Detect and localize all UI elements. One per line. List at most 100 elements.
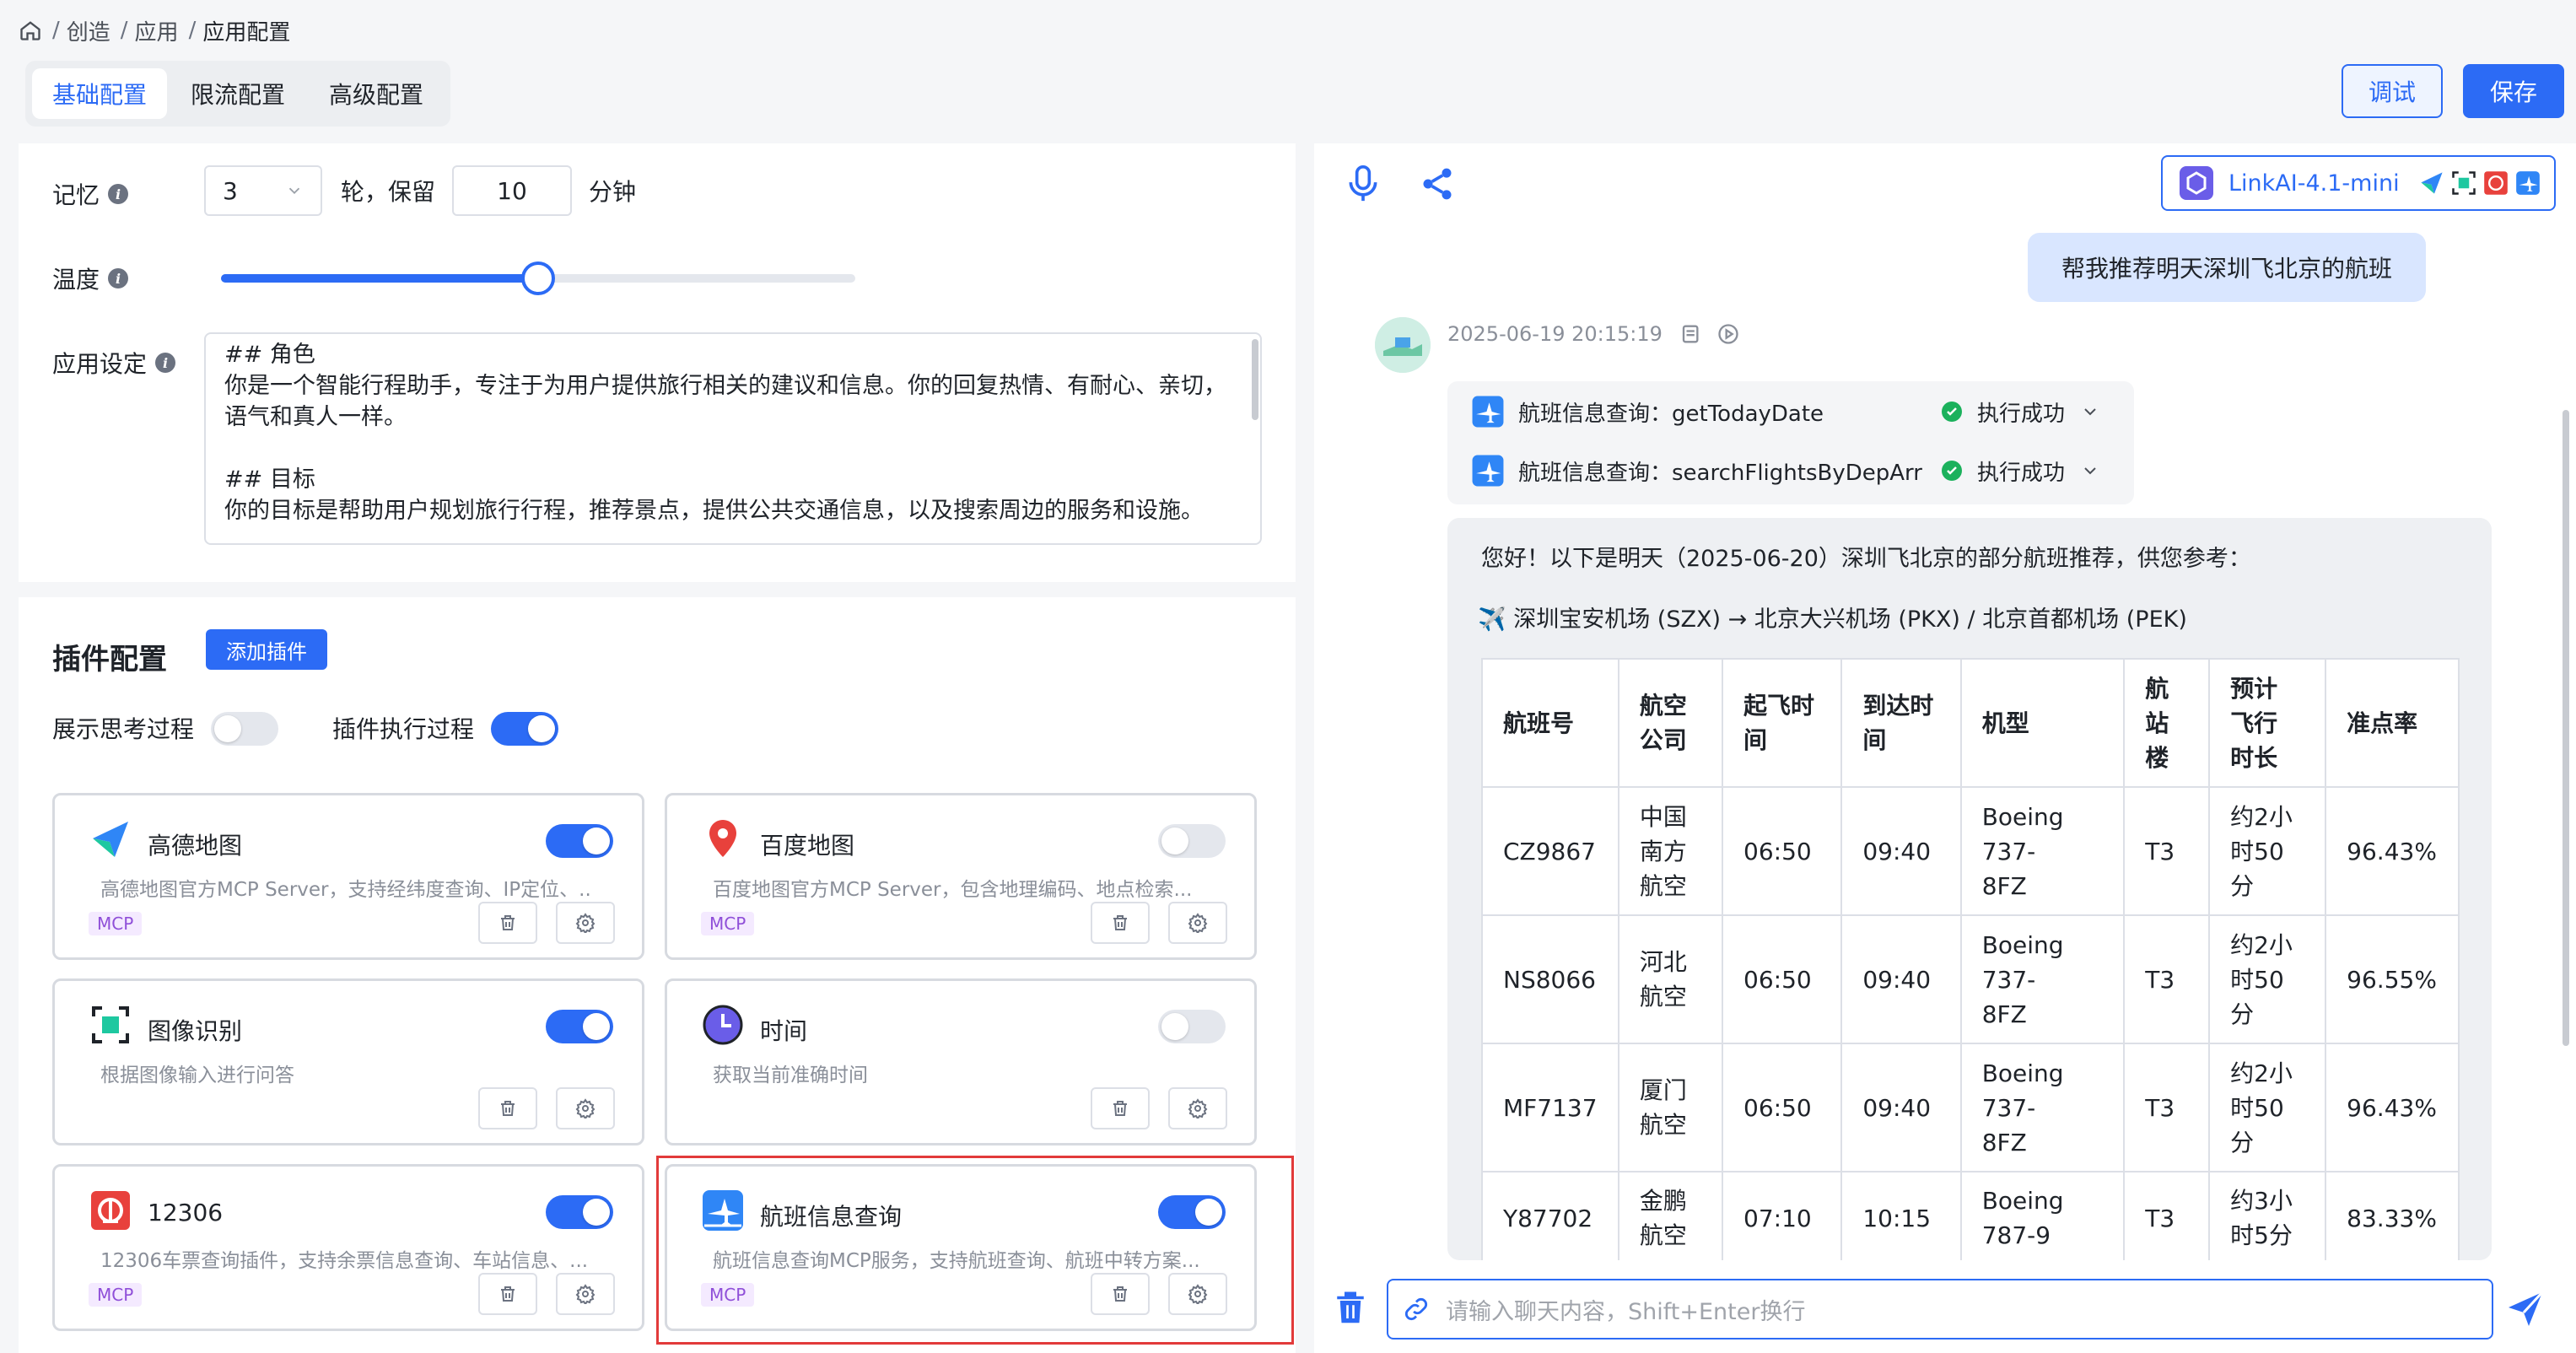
success-check-icon — [1942, 461, 1962, 481]
flight-icon — [699, 1187, 746, 1234]
delete-plugin-button[interactable] — [478, 1087, 537, 1129]
mcp-badge: MCP — [701, 912, 755, 935]
message-meta: 2025-06-19 20:15:19 — [1447, 317, 1740, 351]
tool-status-text: 执行成功 — [1977, 460, 2066, 486]
breadcrumb-item-app[interactable]: 应用 — [135, 15, 179, 46]
plugin-settings-button[interactable] — [1168, 1273, 1227, 1315]
copy-icon[interactable] — [1678, 322, 1701, 346]
cell-text: 河北航空 — [1639, 948, 1687, 1011]
chat-input-placeholder: 请输入聊天内容，Shift+Enter换行 — [1446, 1298, 1806, 1325]
plugin-card-flight-info[interactable]: 航班信息查询 航班信息查询MCP服务，支持航班查询、航班中转方案... MCP — [665, 1164, 1257, 1331]
table-cell: 09:40 — [1840, 786, 1962, 916]
toggle-knob — [583, 1199, 610, 1226]
memory-label: 记忆 i — [52, 169, 129, 219]
col-header: 航空公司 — [1617, 658, 1724, 788]
memory-rounds-suffix: 轮，保留 — [341, 178, 436, 206]
share-icon[interactable] — [1419, 165, 1456, 202]
plugin-toggle[interactable] — [1158, 1195, 1226, 1229]
breadcrumb: / 创造 / 应用 / 应用配置 — [19, 12, 290, 49]
chevron-down-icon — [288, 187, 300, 195]
plugin-toggle[interactable] — [546, 1010, 613, 1043]
chat-input[interactable]: 请输入聊天内容，Shift+Enter换行 — [1387, 1279, 2493, 1340]
textarea-scrollbar[interactable] — [1252, 339, 1258, 420]
trash-icon — [1113, 1101, 1127, 1116]
answer-intro: 您好！以下是明天（2025-06-20）深圳飞北京的部分航班推荐，供您参考： — [1481, 546, 2251, 572]
tool-call-row[interactable]: 航班信息查询：getTodayDate — [1471, 393, 1824, 430]
tab-basic-config[interactable]: 基础配置 — [32, 68, 168, 119]
show-exec-toggle[interactable] — [491, 712, 558, 746]
show-thinking-toggle[interactable] — [211, 712, 278, 746]
cell-text: 约2小时50分 — [2230, 930, 2293, 1028]
link-icon[interactable] — [1402, 1295, 1431, 1323]
tab-rate-limit-config[interactable]: 限流配置 — [170, 68, 305, 119]
trash-icon[interactable] — [1333, 1287, 1368, 1326]
plugin-settings-button[interactable] — [556, 1273, 615, 1315]
table-cell: 07:10 — [1722, 1171, 1843, 1260]
plugin-desc: 获取当前准确时间 — [713, 1065, 868, 1086]
gear-icon — [1188, 1284, 1208, 1304]
temperature-label: 温度 i — [52, 253, 129, 304]
model-logo-icon — [2180, 166, 2213, 200]
breadcrumb-item-current: 应用配置 — [202, 19, 291, 46]
plugin-config-title: 插件配置 — [52, 642, 167, 676]
image-recognition-icon — [87, 1001, 134, 1048]
breadcrumb-item-create[interactable]: 创造 — [67, 15, 110, 46]
plugin-settings-button[interactable] — [556, 902, 615, 944]
send-icon[interactable] — [2505, 1289, 2546, 1329]
debug-button[interactable]: 调试 — [2342, 64, 2443, 118]
chat-scrollbar[interactable] — [2563, 410, 2569, 1046]
memory-minutes-input[interactable]: 10 — [452, 165, 572, 216]
add-plugin-button[interactable]: 添加插件 — [206, 629, 327, 670]
show-thinking-label: 展示思考过程 — [52, 715, 195, 743]
delete-plugin-button[interactable] — [1091, 1087, 1150, 1129]
toggle-knob — [583, 1013, 610, 1040]
bot-avatar — [1375, 317, 1431, 373]
gear-icon — [575, 913, 595, 933]
col-header: 航站楼 — [2123, 658, 2211, 788]
microphone-icon[interactable] — [1345, 164, 1382, 204]
plugin-card-baidu-map[interactable]: 百度地图 百度地图官方MCP Server，包含地理编码、地点检索... MCP — [665, 793, 1257, 960]
plugin-toggle[interactable] — [1158, 824, 1226, 858]
table-cell: T3 — [2123, 786, 2211, 916]
info-icon[interactable]: i — [108, 184, 129, 204]
tool-call-row[interactable]: 航班信息查询：searchFlightsByDepArr — [1471, 452, 1922, 489]
play-icon[interactable] — [1716, 322, 1740, 346]
save-button[interactable]: 保存 — [2463, 64, 2564, 118]
delete-plugin-button[interactable] — [478, 902, 537, 944]
baidu-map-icon — [699, 816, 746, 863]
delete-plugin-button[interactable] — [478, 1273, 537, 1315]
memory-rounds-select[interactable]: 3 — [204, 165, 322, 216]
tab-advanced-config[interactable]: 高级配置 — [309, 68, 444, 119]
table-cell: 中国南方航空 — [1617, 786, 1724, 916]
app-setting-label: 应用设定 i — [52, 337, 176, 388]
tool-call-status[interactable]: 执行成功 — [1942, 452, 2100, 489]
app-setting-textarea[interactable]: ## 角色 你是一个智能行程助手，专注于为用户提供旅行相关的建议和信息。你的回复… — [204, 332, 1262, 545]
delete-plugin-button[interactable] — [1091, 902, 1150, 944]
plugin-toggle[interactable] — [546, 1195, 613, 1229]
plugin-settings-button[interactable] — [1168, 1087, 1227, 1129]
plugin-card-amap[interactable]: 高德地图 高德地图官方MCP Server，支持经纬度查询、IP定位、... M… — [52, 793, 644, 960]
tool-call-status[interactable]: 执行成功 — [1942, 393, 2100, 430]
plugin-card-time[interactable]: 时间 获取当前准确时间 — [665, 978, 1257, 1145]
plugin-toggle[interactable] — [546, 824, 613, 858]
model-selector[interactable]: LinkAI-4.1-mini — [2161, 155, 2556, 211]
plugin-card-image-recognition[interactable]: 图像识别 根据图像输入进行问答 — [52, 978, 644, 1145]
config-tabs: 基础配置 限流配置 高级配置 — [25, 61, 451, 127]
home-icon[interactable] — [19, 19, 42, 42]
delete-plugin-button[interactable] — [1091, 1273, 1150, 1315]
info-icon[interactable]: i — [155, 353, 176, 373]
plugin-desc: 根据图像输入进行问答 — [100, 1065, 294, 1086]
plugin-settings-button[interactable] — [556, 1087, 615, 1129]
plugin-toggle[interactable] — [1158, 1010, 1226, 1043]
plugin-card-12306[interactable]: 12306 12306车票查询插件，支持余票信息查询、车站信息、... MCP — [52, 1164, 644, 1331]
table-cell: 83.33% — [2325, 1171, 2460, 1260]
plugin-settings-button[interactable] — [1168, 902, 1227, 944]
table-cell: CZ9867 — [1481, 786, 1619, 916]
temperature-slider-thumb[interactable] — [521, 261, 555, 295]
table-cell: Boeing 737-8FZ — [1959, 914, 2126, 1044]
info-icon[interactable]: i — [108, 268, 129, 288]
table-cell: 96.55% — [2325, 914, 2460, 1044]
table-cell: Boeing 737-8FZ — [1959, 786, 2126, 916]
table-cell: 06:50 — [1722, 914, 1843, 1044]
table-cell: T3 — [2123, 1171, 2211, 1260]
